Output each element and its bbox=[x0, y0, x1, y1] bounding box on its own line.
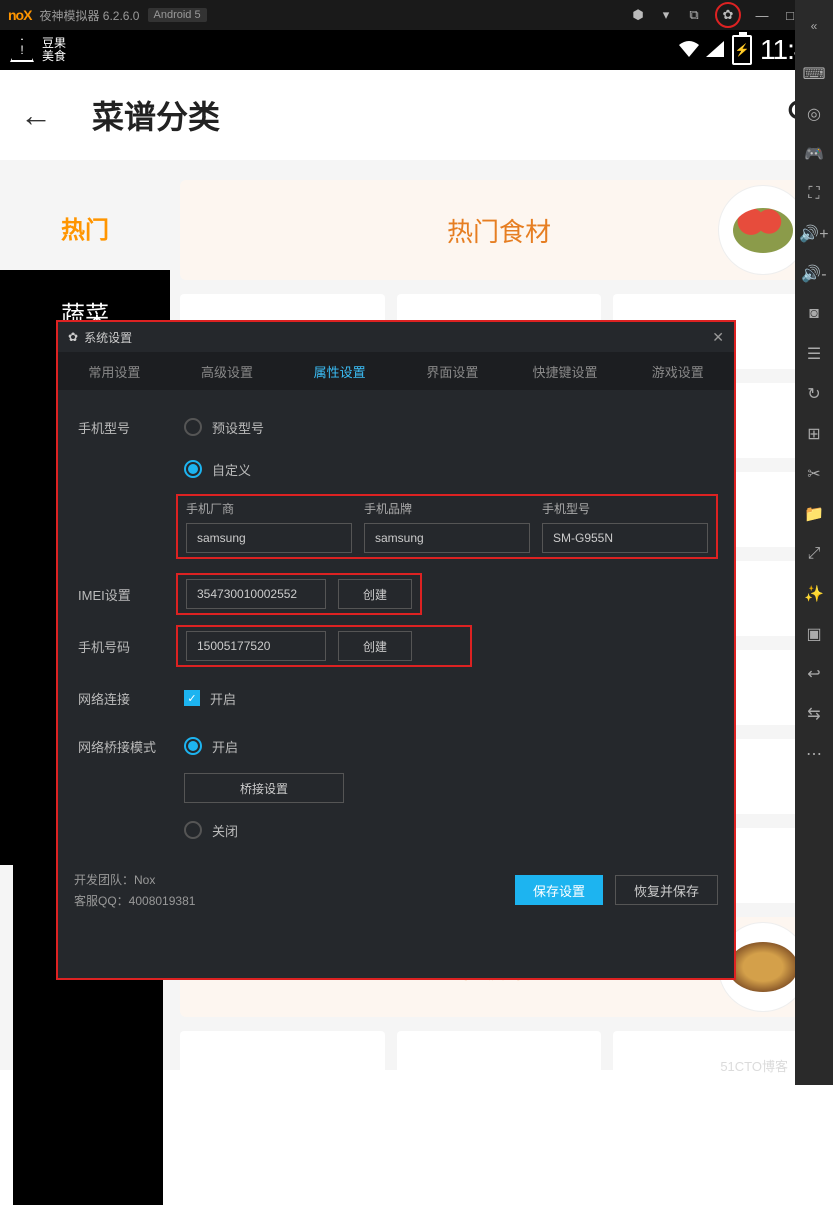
gamepad-icon[interactable]: 🎮 bbox=[796, 134, 832, 174]
keyboard-icon[interactable]: ⌨ bbox=[796, 54, 832, 94]
scissors-icon[interactable]: ✂ bbox=[796, 454, 832, 494]
apk-icon[interactable]: ⊞ bbox=[796, 414, 832, 454]
gear-icon: ✿ bbox=[68, 330, 78, 344]
settings-highlight: ✿ bbox=[715, 2, 741, 28]
watermark: 51CTO博客 bbox=[720, 1056, 788, 1075]
app-header: ← 菜谱分类 bbox=[0, 70, 833, 160]
team-value: Nox bbox=[134, 873, 155, 887]
dialog-title: 系统设置 bbox=[84, 329, 132, 346]
radio-custom[interactable] bbox=[184, 460, 202, 478]
radio-bridge-on[interactable] bbox=[184, 737, 202, 755]
page-title: 菜谱分类 bbox=[92, 92, 220, 138]
chevron-left-icon[interactable]: « bbox=[796, 6, 832, 46]
dialog-close-button[interactable]: ✕ bbox=[712, 329, 724, 346]
swap-icon[interactable]: ⇆ bbox=[796, 694, 832, 734]
tab-game[interactable]: 游戏设置 bbox=[621, 352, 734, 390]
android-badge: Android 5 bbox=[148, 8, 207, 22]
tab-property[interactable]: 属性设置 bbox=[283, 352, 396, 390]
record-icon[interactable]: ▣ bbox=[796, 614, 832, 654]
tab-advanced[interactable]: 高级设置 bbox=[171, 352, 284, 390]
team-label: 开发团队： bbox=[74, 873, 134, 887]
screenshot-icon[interactable]: ◙ bbox=[796, 294, 832, 334]
dialog-tabs: 常用设置 高级设置 属性设置 界面设置 快捷键设置 游戏设置 bbox=[58, 352, 734, 390]
volume-up-icon[interactable]: 🔊+ bbox=[796, 214, 832, 254]
dialog-footer: 开发团队：Nox 客服QQ：4008019381 保存设置 恢复并保存 bbox=[58, 860, 734, 920]
label-brand: 手机品牌 bbox=[364, 500, 530, 517]
label-model: 手机型号 bbox=[542, 500, 708, 517]
window-titlebar: noX 夜神模拟器 6.2.6.0 Android 5 ⬢ ▾ ⧉ ✿ — □ … bbox=[0, 0, 833, 30]
right-toolbar: « ⌨ ◎ 🎮 ⛶ 🔊+ 🔊- ◙ ☰ ↻ ⊞ ✂ 📁 ⤢ ✨ ▣ ↩ ⇆ ⋯ bbox=[795, 0, 833, 1085]
gear-icon[interactable]: ✿ bbox=[721, 8, 735, 22]
phone-input[interactable] bbox=[186, 631, 326, 661]
dialog-titlebar: ✿ 系统设置 ✕ bbox=[58, 322, 734, 352]
network-checkbox[interactable]: ✓ bbox=[184, 690, 200, 706]
android-statusbar: ! 豆果 美食 ⚡ 11:42 bbox=[0, 30, 833, 70]
back-button[interactable]: ← bbox=[20, 97, 52, 134]
bridge-on-label: 开启 bbox=[212, 737, 238, 756]
nox-logo: noX bbox=[8, 7, 31, 23]
label-network: 网络连接 bbox=[74, 689, 184, 708]
label-phone-number: 手机号码 bbox=[74, 637, 184, 656]
restore-button[interactable]: 恢复并保存 bbox=[615, 875, 718, 905]
expand-icon[interactable]: ⤢ bbox=[796, 534, 832, 574]
network-on-label: 开启 bbox=[210, 689, 236, 708]
fullscreen-icon[interactable]: ⛶ bbox=[796, 174, 832, 214]
back-icon[interactable]: ↩ bbox=[796, 654, 832, 694]
settings-dialog: ✿ 系统设置 ✕ 常用设置 高级设置 属性设置 界面设置 快捷键设置 游戏设置 … bbox=[56, 320, 736, 980]
volume-down-icon[interactable]: 🔊- bbox=[796, 254, 832, 294]
radio-custom-label: 自定义 bbox=[212, 460, 251, 479]
highlight-box-imei: 创建 bbox=[176, 573, 422, 615]
brand-input[interactable] bbox=[364, 523, 530, 553]
shirt-icon[interactable]: ⬢ bbox=[631, 8, 645, 22]
save-button[interactable]: 保存设置 bbox=[515, 875, 603, 905]
app-name: 豆果 美食 bbox=[42, 37, 66, 63]
radio-preset[interactable] bbox=[184, 418, 202, 436]
minimize-icon[interactable]: — bbox=[755, 8, 769, 22]
dialog-body: 手机型号 预设型号 自定义 手机厂商 手机品牌 bbox=[58, 390, 734, 920]
label-phone-model: 手机型号 bbox=[74, 418, 184, 437]
highlight-box-phone: 创建 bbox=[176, 625, 472, 667]
plus-icon[interactable]: ⧉ bbox=[687, 8, 701, 22]
grid-cell[interactable] bbox=[397, 1031, 602, 1106]
location-icon[interactable]: ◎ bbox=[796, 94, 832, 134]
qq-value: 4008019381 bbox=[129, 894, 196, 908]
radio-bridge-off[interactable] bbox=[184, 821, 202, 839]
banner-text: 热门食材 bbox=[447, 212, 551, 249]
rotate-icon[interactable]: ↻ bbox=[796, 374, 832, 414]
radio-preset-label: 预设型号 bbox=[212, 418, 264, 437]
label-imei: IMEI设置 bbox=[74, 585, 184, 604]
tab-general[interactable]: 常用设置 bbox=[58, 352, 171, 390]
sidebar-item-hot[interactable]: 热门 bbox=[0, 185, 170, 270]
grid-cell[interactable] bbox=[180, 1031, 385, 1106]
bridge-off-label: 关闭 bbox=[212, 821, 238, 840]
window-title: 夜神模拟器 6.2.6.0 bbox=[39, 7, 139, 24]
battery-icon: ⚡ bbox=[732, 35, 752, 65]
model-input[interactable] bbox=[542, 523, 708, 553]
imei-create-button[interactable]: 创建 bbox=[338, 579, 412, 609]
chevron-down-icon[interactable]: ▾ bbox=[659, 8, 673, 22]
signal-icon bbox=[706, 41, 726, 59]
label-bridge-mode: 网络桥接模式 bbox=[74, 737, 184, 756]
bridge-settings-button[interactable]: 桥接设置 bbox=[184, 773, 344, 803]
wifi-icon bbox=[678, 41, 700, 59]
phone-create-button[interactable]: 创建 bbox=[338, 631, 412, 661]
label-manufacturer: 手机厂商 bbox=[186, 500, 352, 517]
tab-interface[interactable]: 界面设置 bbox=[396, 352, 509, 390]
qq-label: 客服QQ： bbox=[74, 894, 129, 908]
more-icon[interactable]: ⋯ bbox=[796, 734, 832, 774]
hot-banner[interactable]: 热门食材 bbox=[180, 180, 818, 280]
warning-icon: ! bbox=[10, 38, 34, 62]
tab-shortcut[interactable]: 快捷键设置 bbox=[509, 352, 622, 390]
highlight-box-device: 手机厂商 手机品牌 手机型号 bbox=[176, 494, 718, 559]
imei-input[interactable] bbox=[186, 579, 326, 609]
shake-icon[interactable]: ✨ bbox=[796, 574, 832, 614]
multi-instance-icon[interactable]: ☰ bbox=[796, 334, 832, 374]
manufacturer-input[interactable] bbox=[186, 523, 352, 553]
folder-icon[interactable]: 📁 bbox=[796, 494, 832, 534]
